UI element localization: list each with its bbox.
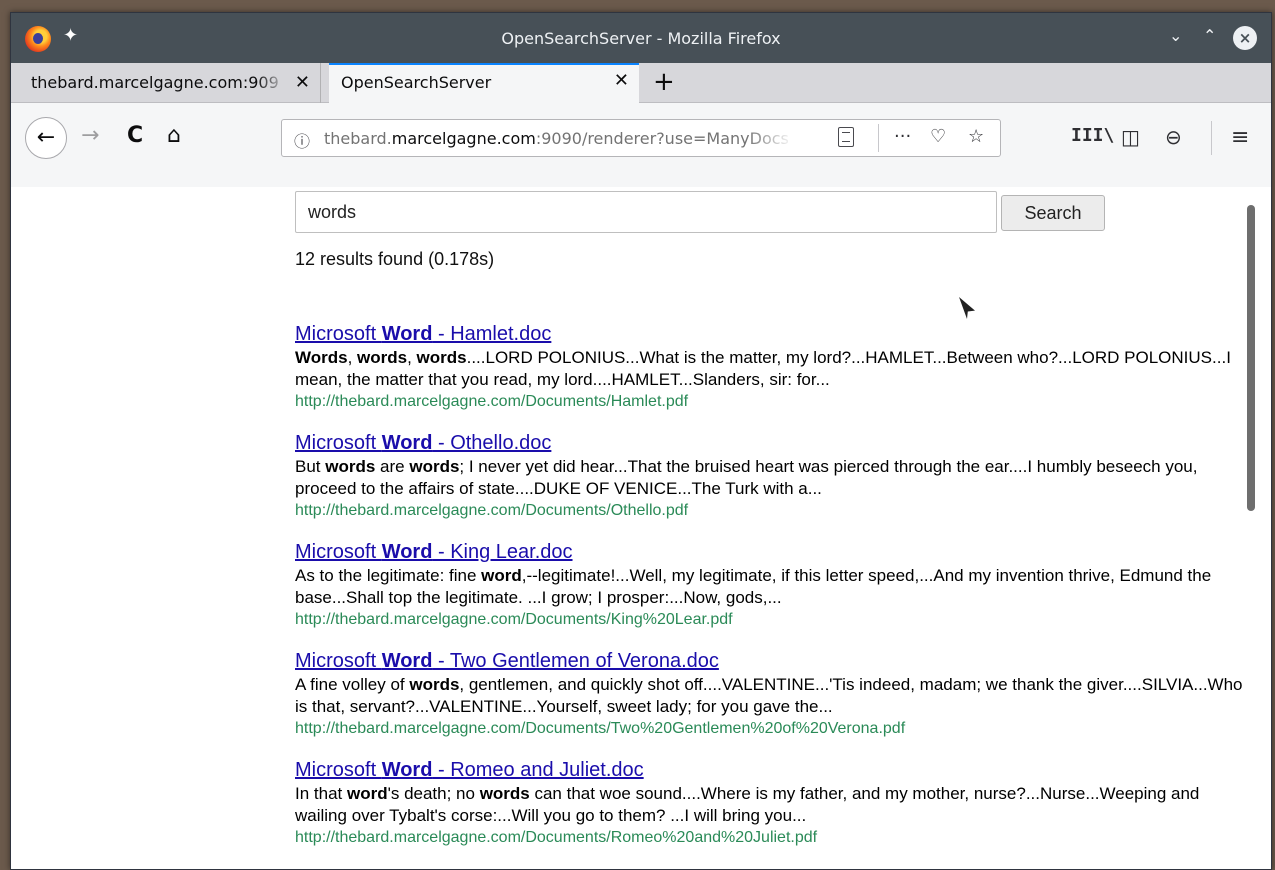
result-url: http://thebard.marcelgagne.com/Documents…	[295, 502, 689, 519]
account-icon[interactable]: ⊖	[1165, 125, 1182, 149]
new-tab-button[interactable]: +	[653, 63, 675, 101]
url-bar-divider	[878, 124, 879, 152]
result-count: 12 results found (0.178s)	[295, 249, 495, 269]
snippet-text: ,	[347, 348, 358, 367]
mouse-cursor-icon	[959, 297, 975, 319]
pocket-icon[interactable]: ♡	[930, 126, 946, 147]
snippet-text: As to the legitimate: fine	[295, 566, 482, 585]
reader-view-icon[interactable]	[838, 127, 854, 147]
result-url: http://thebard.marcelgagne.com/Documents…	[295, 611, 733, 628]
tab-close-icon[interactable]: ✕	[614, 65, 629, 99]
tab-bar: thebard.marcelgagne.com:909 ✕ OpenSearch…	[11, 63, 1271, 103]
tab-opensearchserver[interactable]: OpenSearchServer ✕	[329, 63, 639, 103]
result-title-suffix: - Two Gentlemen of Verona.doc	[432, 650, 719, 672]
scrollbar-thumb[interactable]	[1247, 205, 1255, 511]
snippet-text: ,	[407, 348, 417, 367]
minimize-icon[interactable]: ⌄	[1169, 26, 1182, 45]
result-title-prefix: Microsoft	[295, 323, 382, 345]
snippet-text: But	[295, 457, 326, 476]
page-actions-icon[interactable]: ···	[894, 126, 911, 147]
hamburger-menu-icon[interactable]: ≡	[1231, 125, 1249, 150]
url-path: :9090/renderer?use=ManyDocs	[535, 129, 789, 148]
bookmark-star-icon[interactable]: ☆	[968, 126, 984, 147]
url-host: marcelgagne.com	[391, 129, 536, 148]
maximize-icon[interactable]: ⌃	[1203, 26, 1216, 45]
result-snippet: But words are words; I never yet did hea…	[295, 456, 1255, 500]
result-item: Microsoft Word - King Lear.doc As to the …	[295, 539, 1255, 631]
back-button[interactable]: ←	[25, 117, 67, 159]
home-button[interactable]: ⌂	[167, 123, 181, 148]
result-item: Microsoft Word - Othello.doc But words ar…	[295, 430, 1255, 522]
snippet-highlight: words	[479, 784, 530, 803]
window-title: OpenSearchServer - Mozilla Firefox	[501, 29, 781, 48]
result-title-highlight: Word	[381, 759, 433, 781]
results-list: Microsoft Word - Hamlet.doc Words, words,…	[295, 321, 1255, 866]
result-title-prefix: Microsoft	[295, 432, 382, 454]
tab-thebard[interactable]: thebard.marcelgagne.com:909 ✕	[19, 63, 321, 103]
snippet-highlight: word	[346, 784, 388, 803]
result-title-suffix: - Romeo and Juliet.doc	[432, 759, 644, 781]
close-window-icon[interactable]: ×	[1233, 26, 1257, 50]
tab-label: thebard.marcelgagne.com:909	[31, 73, 279, 92]
title-bar: ✦ OpenSearchServer - Mozilla Firefox ⌄ ⌃…	[11, 13, 1271, 63]
result-title-link[interactable]: Microsoft Word - Romeo and Juliet.doc	[295, 757, 644, 783]
url-text[interactable]: thebard.marcelgagne.com:9090/renderer?us…	[324, 129, 794, 148]
reload-button[interactable]: C	[127, 123, 143, 148]
result-title-highlight: Word	[381, 650, 433, 672]
snippet-text: In that	[295, 784, 347, 803]
result-title-link[interactable]: Microsoft Word - Othello.doc	[295, 430, 551, 456]
forward-button[interactable]: →	[81, 123, 99, 148]
navigation-toolbar: ← → C ⌂ ⓘ thebard.marcelgagne.com:9090/r…	[11, 103, 1271, 187]
result-snippet: Words, words, words....LORD POLONIUS...W…	[295, 347, 1255, 391]
snippet-highlight: words	[416, 348, 467, 367]
result-snippet: A fine volley of words, gentlemen, and q…	[295, 674, 1255, 718]
result-title-link[interactable]: Microsoft Word - King Lear.doc	[295, 539, 573, 565]
result-title-suffix: - Hamlet.doc	[432, 323, 552, 345]
snippet-highlight: word	[481, 566, 522, 585]
result-title-highlight: Word	[381, 541, 433, 563]
site-info-icon[interactable]: ⓘ	[294, 128, 310, 152]
result-title-prefix: Microsoft	[295, 650, 382, 672]
result-title-prefix: Microsoft	[295, 759, 382, 781]
result-title-link[interactable]: Microsoft Word - Hamlet.doc	[295, 321, 551, 347]
result-title-highlight: Word	[381, 432, 433, 454]
search-input[interactable]: words	[295, 191, 997, 233]
snippet-highlight: words	[357, 348, 408, 367]
search-button[interactable]: Search	[1001, 195, 1105, 231]
snippet-text: are	[375, 457, 410, 476]
result-item: Microsoft Word - Hamlet.doc Words, words,…	[295, 321, 1255, 413]
sidebar-icon[interactable]: ◫	[1121, 125, 1140, 149]
result-title-suffix: - Othello.doc	[432, 432, 552, 454]
result-url: http://thebard.marcelgagne.com/Documents…	[295, 393, 689, 410]
page-content: words Search 12 results found (0.178s) M…	[11, 187, 1271, 869]
result-title-prefix: Microsoft	[295, 541, 382, 563]
tab-close-icon[interactable]: ✕	[295, 63, 310, 103]
result-item: Microsoft Word - Romeo and Juliet.doc In …	[295, 757, 1255, 849]
snippet-highlight: words	[409, 457, 460, 476]
snippet-text: A fine volley of	[295, 675, 410, 694]
result-title-highlight: Word	[381, 323, 433, 345]
result-snippet: As to the legitimate: fine word,--legiti…	[295, 565, 1255, 609]
result-item: Microsoft Word - Two Gentlemen of Verona…	[295, 648, 1255, 740]
snippet-highlight: Words	[295, 348, 348, 367]
tab-label: OpenSearchServer	[341, 73, 492, 92]
url-host-prefix: thebard.	[324, 129, 392, 148]
result-title-link[interactable]: Microsoft Word - Two Gentlemen of Verona…	[295, 648, 719, 674]
result-snippet: In that word's death; no words can that …	[295, 783, 1255, 827]
url-bar[interactable]: ⓘ thebard.marcelgagne.com:9090/renderer?…	[281, 119, 1001, 157]
result-url: http://thebard.marcelgagne.com/Documents…	[295, 829, 818, 846]
browser-window: ✦ OpenSearchServer - Mozilla Firefox ⌄ ⌃…	[10, 12, 1272, 870]
result-url: http://thebard.marcelgagne.com/Documents…	[295, 720, 906, 737]
library-icon[interactable]: III\	[1071, 125, 1114, 146]
snippet-highlight: words	[325, 457, 376, 476]
snippet-text: 's death; no	[387, 784, 480, 803]
snippet-highlight: words	[409, 675, 460, 694]
toolbar-divider	[1211, 121, 1212, 155]
result-title-suffix: - King Lear.doc	[432, 541, 573, 563]
